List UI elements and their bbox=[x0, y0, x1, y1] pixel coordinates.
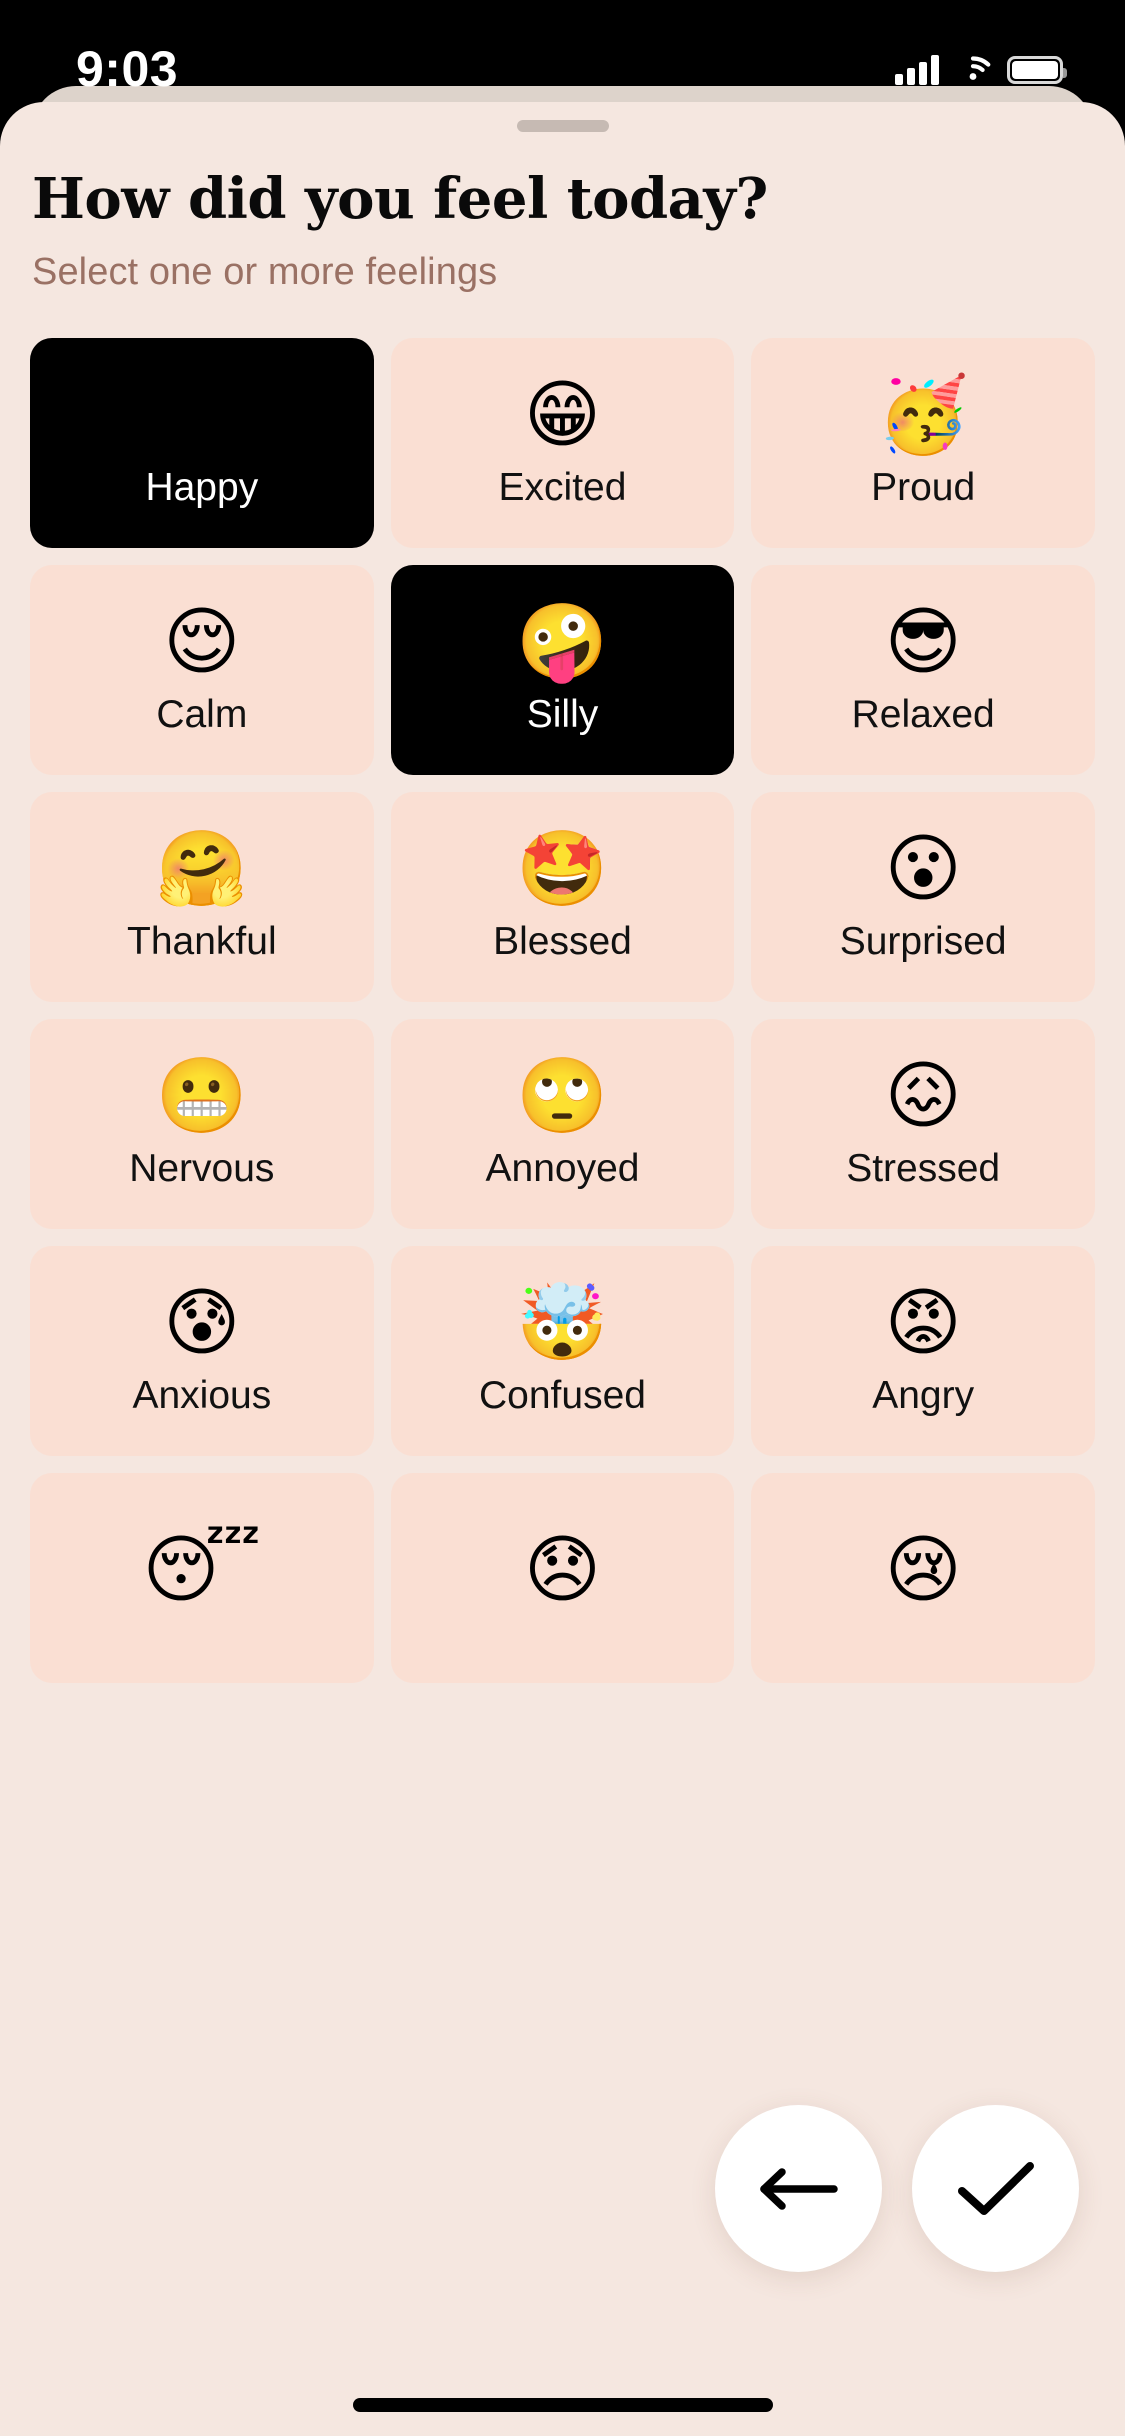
mood-card-label: Excited bbox=[498, 466, 627, 510]
mood-card-label: Blessed bbox=[493, 920, 632, 964]
confirm-button[interactable] bbox=[912, 2105, 1079, 2272]
partying-face-emoji: 🥳 bbox=[877, 372, 970, 459]
grimacing-face-emoji: 😬 bbox=[155, 1053, 248, 1140]
mood-card-label: Nervous bbox=[129, 1147, 275, 1191]
mood-card-label: Relaxed bbox=[851, 693, 995, 737]
disappointed-face-emoji: 😞 bbox=[523, 1526, 602, 1613]
star-struck-emoji: 🤩 bbox=[516, 826, 609, 913]
mood-card-label: Proud bbox=[871, 466, 976, 510]
action-button-row bbox=[715, 2105, 1079, 2272]
sleeping-face-emoji: 😴 bbox=[142, 1526, 262, 1613]
mood-card-label: Surprised bbox=[839, 920, 1007, 964]
mood-card-confused[interactable]: 🤯 Confused bbox=[390, 1245, 735, 1456]
confounded-face-emoji: 😖 bbox=[884, 1053, 962, 1140]
mood-card-anxious[interactable]: 😰 Anxious bbox=[30, 1245, 374, 1456]
mood-card-label: Anxious bbox=[132, 1374, 272, 1418]
checkmark-icon bbox=[957, 2161, 1034, 2215]
mood-card-nervous[interactable]: 😬 Nervous bbox=[30, 1018, 374, 1229]
mood-card-stressed[interactable]: 😖 Stressed bbox=[751, 1018, 1095, 1229]
status-time: 9:03 bbox=[76, 41, 179, 97]
wifi-icon bbox=[955, 54, 991, 87]
mood-card-label: Confused bbox=[479, 1374, 646, 1418]
mood-card-relaxed[interactable]: 😎 Relaxed bbox=[751, 564, 1095, 775]
face-with-open-mouth-emoji: 😮 bbox=[884, 826, 962, 913]
mood-card-label: Thankful bbox=[127, 920, 277, 964]
mood-card-label: Annoyed bbox=[485, 1147, 640, 1191]
enraged-face-emoji: 😡 bbox=[884, 1280, 962, 1367]
mood-card-excited[interactable]: 😁 Excited bbox=[390, 337, 735, 548]
relieved-face-emoji: 😌 bbox=[163, 599, 241, 686]
cellular-signal-icon bbox=[895, 55, 939, 85]
mood-card-label: Stressed bbox=[846, 1147, 1001, 1191]
anxious-face-with-sweat-emoji: 😰 bbox=[163, 1280, 241, 1367]
mood-card-label: Angry bbox=[872, 1374, 975, 1418]
mood-card-surprised[interactable]: 😮 Surprised bbox=[751, 791, 1095, 1002]
mood-card-16[interactable]: 😴 bbox=[30, 1472, 374, 1683]
home-indicator bbox=[352, 2398, 773, 2412]
mood-card-happy[interactable]: 😊 Happy bbox=[30, 337, 374, 548]
mood-card-silly[interactable]: 🤪 Silly bbox=[390, 564, 735, 775]
page-subtitle: Select one or more feelings bbox=[32, 250, 498, 293]
exploding-head-emoji: 🤯 bbox=[516, 1280, 609, 1367]
status-bar: 9:03 bbox=[0, 0, 1125, 132]
smiling-face-with-sunglasses-emoji: 😎 bbox=[884, 599, 962, 686]
mood-card-angry[interactable]: 😡 Angry bbox=[751, 1245, 1095, 1456]
mood-card-label: Calm bbox=[156, 693, 248, 737]
mood-card-annoyed[interactable]: 🙄 Annoyed bbox=[390, 1018, 735, 1229]
crying-face-emoji: 😢 bbox=[884, 1526, 962, 1613]
face-with-rolling-eyes-emoji: 🙄 bbox=[516, 1053, 609, 1140]
battery-full-icon bbox=[1007, 56, 1067, 84]
smiling-face-with-smiling-eyes-emoji: 😊 bbox=[163, 372, 241, 459]
zany-face-emoji: 🤪 bbox=[516, 599, 609, 686]
mood-card-label: Happy bbox=[145, 466, 259, 510]
mood-card-calm[interactable]: 😌 Calm bbox=[30, 564, 374, 775]
status-indicators bbox=[895, 54, 1067, 87]
back-button[interactable] bbox=[715, 2105, 882, 2272]
mood-card-18[interactable]: 😢 bbox=[751, 1472, 1095, 1683]
feelings-sheet: How did you feel today? Select one or mo… bbox=[0, 102, 1125, 2436]
hugging-face-emoji: 🤗 bbox=[155, 826, 248, 913]
mood-grid: 😊 Happy 😁 Excited 🥳 Proud 😌 Calm 🤪 Silly 😎 Relaxed 🤗… bbox=[0, 337, 1125, 1683]
phone-screen: 9:03 How did you feel today? Select one … bbox=[0, 0, 1125, 2436]
page-title: How did you feel today? bbox=[32, 166, 768, 232]
mood-card-thankful[interactable]: 🤗 Thankful bbox=[30, 791, 374, 1002]
mood-card-label: Silly bbox=[526, 693, 599, 737]
mood-card-proud[interactable]: 🥳 Proud bbox=[751, 337, 1095, 548]
arrow-left-icon bbox=[759, 2167, 838, 2210]
mood-card-17[interactable]: 😞 bbox=[390, 1472, 735, 1683]
beaming-face-with-smiling-eyes-emoji: 😁 bbox=[523, 372, 602, 459]
mood-card-blessed[interactable]: 🤩 Blessed bbox=[390, 791, 735, 1002]
